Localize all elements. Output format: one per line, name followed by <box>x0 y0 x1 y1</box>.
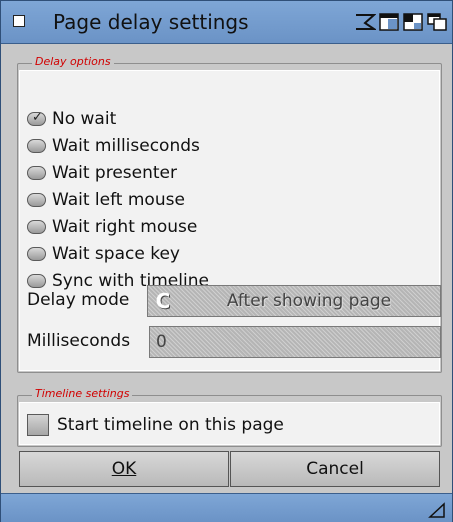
iconify-icon[interactable] <box>354 11 376 33</box>
delay-mode-label: Delay mode <box>27 290 130 310</box>
milliseconds-label: Milliseconds <box>27 331 131 351</box>
depth-icon[interactable] <box>402 11 424 33</box>
radio-wait-right-mouse[interactable]: Wait right mouse <box>27 216 197 238</box>
radio-wait-presenter[interactable]: Wait presenter <box>27 162 177 184</box>
timeline-settings-legend: Timeline settings <box>32 387 133 400</box>
zoom-icon[interactable] <box>378 11 400 33</box>
radio-wait-milliseconds[interactable]: Wait milliseconds <box>27 135 200 157</box>
delay-mode-cycle[interactable]: C After showing page <box>147 285 441 317</box>
radio-button[interactable] <box>27 193 46 207</box>
snapshot-icon[interactable] <box>426 11 448 33</box>
radio-label: Wait milliseconds <box>52 136 200 156</box>
ok-button[interactable]: OK <box>19 451 229 487</box>
resize-handle-icon[interactable] <box>428 502 446 518</box>
delay-options-legend: Delay options <box>32 55 114 68</box>
status-bar <box>1 493 452 522</box>
window-title: Page delay settings <box>53 10 249 34</box>
radio-button[interactable] <box>27 220 46 234</box>
radio-label: Wait left mouse <box>52 190 185 210</box>
delay-mode-value: After showing page <box>226 291 392 311</box>
start-timeline-checkbox[interactable] <box>27 414 49 436</box>
cancel-label: Cancel <box>306 459 364 479</box>
radio-label: No wait <box>52 109 117 129</box>
radio-button[interactable] <box>27 247 46 261</box>
radio-button-checked[interactable] <box>27 110 46 126</box>
start-timeline-label: Start timeline on this page <box>57 415 284 435</box>
dialog-window: Page delay settings Delay options No wai… <box>0 0 453 522</box>
window-gadgets <box>354 11 448 33</box>
radio-wait-space-key[interactable]: Wait space key <box>27 243 180 265</box>
radio-button[interactable] <box>27 166 46 180</box>
radio-label: Wait space key <box>52 244 180 264</box>
start-timeline-row[interactable]: Start timeline on this page <box>27 412 284 438</box>
radio-label: Wait presenter <box>52 163 178 183</box>
cancel-button[interactable]: Cancel <box>230 451 440 487</box>
radio-button[interactable] <box>27 274 46 288</box>
close-icon[interactable] <box>13 15 25 27</box>
cycle-icon: C <box>155 289 171 313</box>
radio-wait-left-mouse[interactable]: Wait left mouse <box>27 189 185 211</box>
radio-no-wait[interactable]: No wait <box>27 108 116 130</box>
radio-button[interactable] <box>27 139 46 153</box>
radio-label: Wait right mouse <box>52 217 198 237</box>
milliseconds-input[interactable]: 0 <box>149 326 441 358</box>
title-bar[interactable]: Page delay settings <box>1 1 452 44</box>
ok-label: OK <box>111 459 137 479</box>
